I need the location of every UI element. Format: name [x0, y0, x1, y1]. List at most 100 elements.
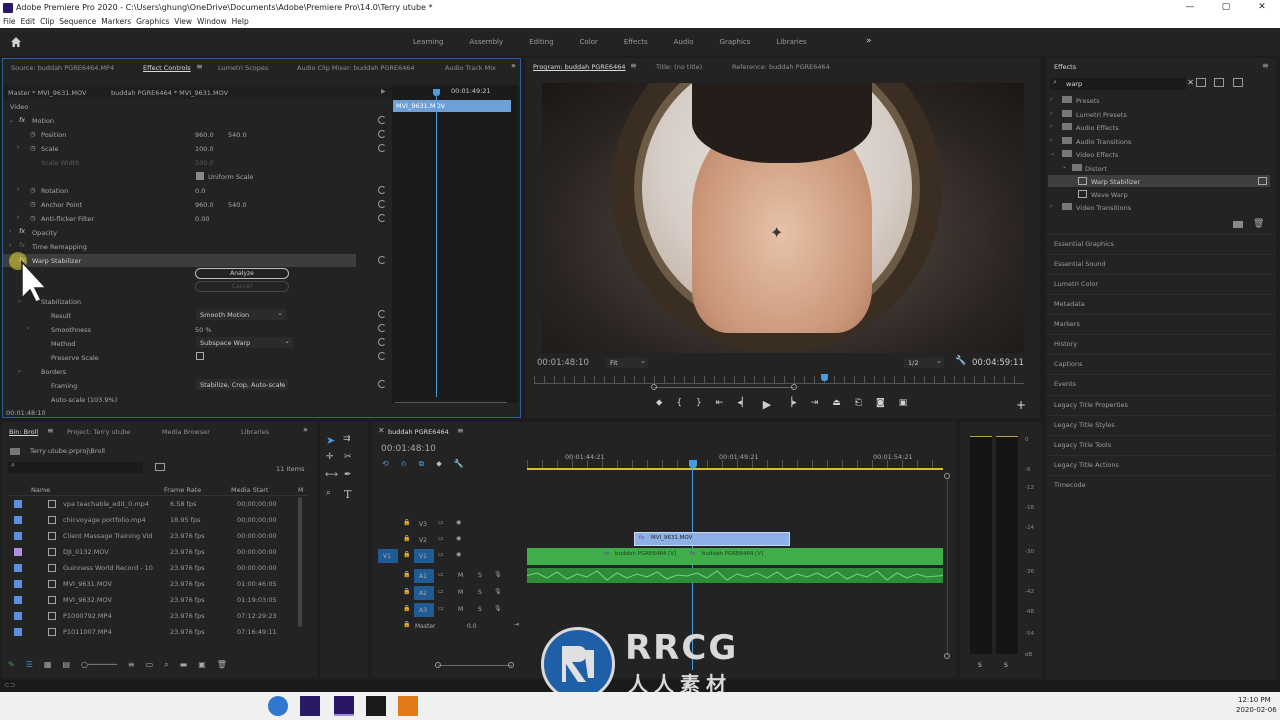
tab-effect-controls[interactable]: Effect Controls: [143, 64, 191, 72]
extract-icon[interactable]: ⎗: [855, 398, 862, 411]
sort-icon[interactable]: ≡: [128, 660, 135, 670]
analyze-button[interactable]: Analyze: [195, 268, 289, 279]
lift-icon[interactable]: ⏏: [832, 398, 841, 411]
program-zoom-bar[interactable]: [654, 387, 794, 388]
add-marker-icon[interactable]: ⬥: [656, 398, 662, 411]
zoom-handle-right[interactable]: [791, 384, 797, 390]
bin-list-item[interactable]: vpa teachable_edit_0.mp4 6.58 fps 00;00;00…: [8, 497, 303, 512]
section-history[interactable]: History: [1046, 334, 1276, 353]
col-name[interactable]: Name: [31, 486, 50, 494]
mark-out-icon[interactable]: }: [696, 398, 702, 411]
label-color-swatch[interactable]: [14, 516, 22, 524]
scale-value[interactable]: 100.0: [195, 145, 214, 153]
bin-list-item[interactable]: DJI_0132.MOV 23.976 fps 00:00:00:00: [8, 545, 303, 560]
ec-timecode-bottom[interactable]: 00:01:48:10: [6, 409, 46, 417]
eye-icon[interactable]: ◉: [456, 551, 461, 558]
section-legacy-title-actions[interactable]: Legacy Title Actions: [1046, 455, 1276, 474]
effects-tree-warp-stabilizer[interactable]: Warp Stabilizer: [1091, 178, 1140, 186]
timeline-ruler[interactable]: [527, 460, 943, 468]
eye-icon[interactable]: ◉: [456, 519, 461, 526]
section-legacy-title-styles[interactable]: Legacy Title Styles: [1046, 415, 1276, 434]
effects-search[interactable]: ⌕ warp ✕: [1050, 78, 1194, 90]
bin-list-item[interactable]: P1000792.MP4 23.976 fps 07:12:29:23: [8, 609, 303, 624]
ec-playhead-handle[interactable]: [433, 89, 440, 96]
workspace-libraries[interactable]: Libraries: [763, 28, 819, 56]
col-m[interactable]: M: [298, 486, 304, 494]
menu-clip[interactable]: Clip: [40, 16, 54, 28]
close-sequence-icon[interactable]: ✕: [378, 426, 385, 435]
32bit-effects-icon[interactable]: [1214, 78, 1224, 87]
lock-icon[interactable]: 🔒: [403, 621, 410, 628]
maximize-button[interactable]: ▢: [1208, 0, 1244, 15]
home-icon[interactable]: [10, 36, 22, 48]
nest-icon[interactable]: ⟲: [382, 459, 389, 469]
mute-icon[interactable]: M: [458, 572, 463, 579]
section-events[interactable]: Events: [1046, 374, 1276, 393]
effects-tree-video-transitions[interactable]: Video Transitions: [1076, 204, 1131, 212]
reset-icon[interactable]: [378, 310, 386, 318]
bin-list-item[interactable]: chicvoyage portfolio.mp4 18.95 fps 00;00;0…: [8, 513, 303, 528]
workspace-graphics[interactable]: Graphics: [707, 28, 764, 56]
clip-v2[interactable]: fx MVI_9631.MOV: [634, 532, 790, 546]
selection-tool-icon[interactable]: ➤: [326, 434, 335, 447]
bin-list-item[interactable]: MVI_9631.MOV 23.976 fps 01:00:46:05: [8, 577, 303, 592]
new-bin-icon[interactable]: ▬: [180, 660, 188, 670]
tab-bin-broll[interactable]: Bin: Broll: [9, 428, 38, 436]
workspace-audio[interactable]: Audio: [661, 28, 707, 56]
more-workspaces-icon[interactable]: »: [866, 36, 872, 46]
collapse-icon[interactable]: ⌄: [1062, 163, 1067, 170]
stopwatch-icon[interactable]: ◷: [30, 200, 36, 208]
clip-a1-audio[interactable]: [527, 568, 943, 583]
expand-icon[interactable]: ›: [1050, 203, 1052, 210]
scroll-handle-bottom[interactable]: [944, 653, 950, 659]
menu-edit[interactable]: Edit: [21, 16, 36, 28]
expand-icon[interactable]: ›: [1050, 137, 1052, 144]
tab-source[interactable]: Source: buddah PGRE6464.MP4: [11, 64, 114, 72]
yuv-effects-icon[interactable]: [1233, 78, 1243, 87]
reset-icon[interactable]: [378, 116, 386, 124]
motion-expand-icon[interactable]: ⌄: [9, 117, 14, 124]
solo-icon[interactable]: S: [478, 589, 482, 596]
panel-menu-icon[interactable]: ≡: [630, 61, 637, 70]
preserve-scale-checkbox[interactable]: [196, 352, 204, 360]
linked-selection-icon[interactable]: ⧉: [419, 459, 425, 469]
program-playhead[interactable]: [821, 374, 828, 381]
tab-audio-track-mix[interactable]: Audio Track Mix: [445, 64, 496, 72]
panel-menu-icon[interactable]: ≡: [1262, 61, 1269, 70]
lock-icon[interactable]: 🔒: [403, 571, 410, 578]
menu-sequence[interactable]: Sequence: [59, 16, 96, 28]
menu-graphics[interactable]: Graphics: [136, 16, 169, 28]
section-essential-sound[interactable]: Essential Sound: [1046, 254, 1276, 273]
minimize-button[interactable]: —: [1172, 0, 1208, 15]
stopwatch-icon[interactable]: ◷: [30, 130, 36, 138]
sequence-clip-label[interactable]: buddah PGRE6464 * MVI_9631.MOV: [111, 89, 228, 97]
anchor-x[interactable]: 960.0: [195, 201, 214, 209]
bin-list-item[interactable]: P1011007.MP4 23.976 fps 07:16:49:11: [8, 625, 303, 640]
reset-icon[interactable]: [378, 130, 386, 138]
rotation-value[interactable]: 0.0: [195, 187, 205, 195]
tab-media-browser[interactable]: Media Browser: [162, 428, 210, 436]
ec-playhead[interactable]: [436, 89, 437, 397]
uniform-scale-checkbox[interactable]: [196, 172, 204, 180]
program-ruler[interactable]: [534, 376, 1024, 384]
program-video-frame[interactable]: ✦: [542, 83, 1024, 353]
timeline-hscroll[interactable]: [438, 665, 512, 666]
tab-libraries[interactable]: Libraries: [241, 428, 269, 436]
expand-icon[interactable]: ›: [1050, 123, 1052, 130]
clip-v1-a[interactable]: fx buddah PGRE6464 [V]: [527, 548, 690, 565]
close-button[interactable]: ✕: [1244, 0, 1280, 15]
resolution-select[interactable]: 1/2 ⌄: [904, 357, 944, 368]
tab-lumetri-scopes[interactable]: Lumetri Scopes: [218, 64, 268, 72]
panel-menu-icon[interactable]: ≡: [196, 62, 203, 71]
expand-icon[interactable]: ›: [1050, 96, 1052, 103]
result-select[interactable]: Smooth Motion ⌄: [196, 309, 286, 320]
new-search-bin-icon[interactable]: [155, 463, 165, 471]
effects-tree-audio-effects[interactable]: Audio Effects: [1076, 124, 1119, 132]
smoothness-value[interactable]: 50 %: [195, 326, 212, 334]
reset-icon[interactable]: [378, 380, 386, 388]
program-timecode[interactable]: 00:01:48:10: [537, 358, 589, 368]
rotation-expand-icon[interactable]: ›: [17, 186, 19, 193]
effects-tree-video-effects[interactable]: Video Effects: [1076, 151, 1118, 159]
wrench-icon[interactable]: 🔧: [454, 459, 464, 469]
toggle-sync-icon[interactable]: ▭: [438, 588, 444, 595]
